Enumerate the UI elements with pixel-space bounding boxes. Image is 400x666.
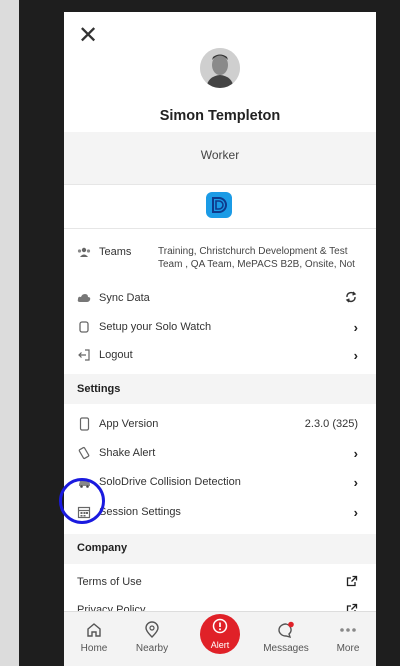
solo-watch-row[interactable]: Setup your Solo Watch › bbox=[64, 313, 376, 341]
app-version-value: 2.3.0 (325) bbox=[304, 418, 358, 430]
chevron-right-icon: › bbox=[353, 319, 358, 335]
tab-messages-label: Messages bbox=[263, 643, 309, 654]
user-role: Worker bbox=[200, 148, 240, 162]
logout-icon bbox=[76, 347, 92, 363]
phone-icon bbox=[76, 416, 92, 432]
home-icon bbox=[84, 620, 104, 640]
alert-icon bbox=[212, 618, 228, 639]
avatar bbox=[200, 48, 240, 88]
chevron-right-icon: › bbox=[353, 474, 358, 490]
external-link-icon bbox=[346, 575, 358, 590]
chevron-right-icon: › bbox=[353, 347, 358, 363]
close-icon[interactable]: ✕ bbox=[76, 24, 100, 48]
tab-home[interactable]: Home bbox=[64, 612, 124, 666]
tab-more-label: More bbox=[336, 643, 360, 654]
location-pin-icon bbox=[142, 620, 162, 640]
shake-alert-label: Shake Alert bbox=[99, 447, 156, 459]
shake-alert-row[interactable]: Shake Alert › bbox=[64, 439, 376, 467]
alert-label: Alert bbox=[210, 640, 230, 650]
solodrive-row[interactable]: SoloDrive Collision Detection › bbox=[64, 468, 376, 496]
chat-icon bbox=[276, 620, 296, 640]
sync-data-label: Sync Data bbox=[99, 292, 150, 304]
tab-nearby[interactable]: Nearby bbox=[122, 612, 182, 666]
logout-row[interactable]: Logout › bbox=[64, 341, 376, 369]
tab-nearby-label: Nearby bbox=[135, 643, 169, 654]
teams-value: Training, Christchurch Development & Tes… bbox=[158, 246, 355, 270]
profile-menu-screen: ✕ Simon Templeton Worker Teams Training,… bbox=[64, 12, 376, 666]
terms-label: Terms of Use bbox=[77, 576, 142, 588]
watch-icon bbox=[76, 319, 92, 335]
divider bbox=[64, 228, 376, 229]
session-settings-label: Session Settings bbox=[99, 506, 181, 518]
highlight-circle bbox=[59, 478, 105, 524]
chevron-right-icon: › bbox=[353, 504, 358, 520]
teams-label: Teams bbox=[99, 246, 132, 258]
cloud-icon bbox=[76, 290, 92, 306]
more-dots-icon bbox=[338, 620, 358, 640]
session-settings-row[interactable]: Session Settings › bbox=[64, 498, 376, 526]
tab-home-label: Home bbox=[80, 643, 108, 654]
terms-row[interactable]: Terms of Use bbox=[64, 568, 376, 596]
app-logo-icon bbox=[206, 192, 232, 218]
tab-more[interactable]: More bbox=[318, 612, 376, 666]
teams-icon bbox=[76, 244, 92, 260]
company-heading: Company bbox=[77, 542, 128, 554]
sync-icon[interactable] bbox=[344, 290, 358, 307]
logout-label: Logout bbox=[99, 349, 133, 361]
settings-heading: Settings bbox=[77, 383, 121, 395]
alert-button[interactable]: Alert bbox=[200, 614, 240, 654]
tab-messages[interactable]: Messages bbox=[256, 612, 316, 666]
chevron-right-icon: › bbox=[353, 445, 358, 461]
sync-data-row[interactable]: Sync Data bbox=[64, 284, 376, 312]
shake-icon bbox=[76, 445, 92, 461]
user-name: Simon Templeton bbox=[159, 108, 281, 124]
solo-watch-label: Setup your Solo Watch bbox=[99, 321, 212, 333]
solodrive-label: SoloDrive Collision Detection bbox=[99, 476, 241, 488]
app-version-label: App Version bbox=[99, 418, 159, 430]
app-version-row: App Version 2.3.0 (325) bbox=[64, 410, 376, 438]
